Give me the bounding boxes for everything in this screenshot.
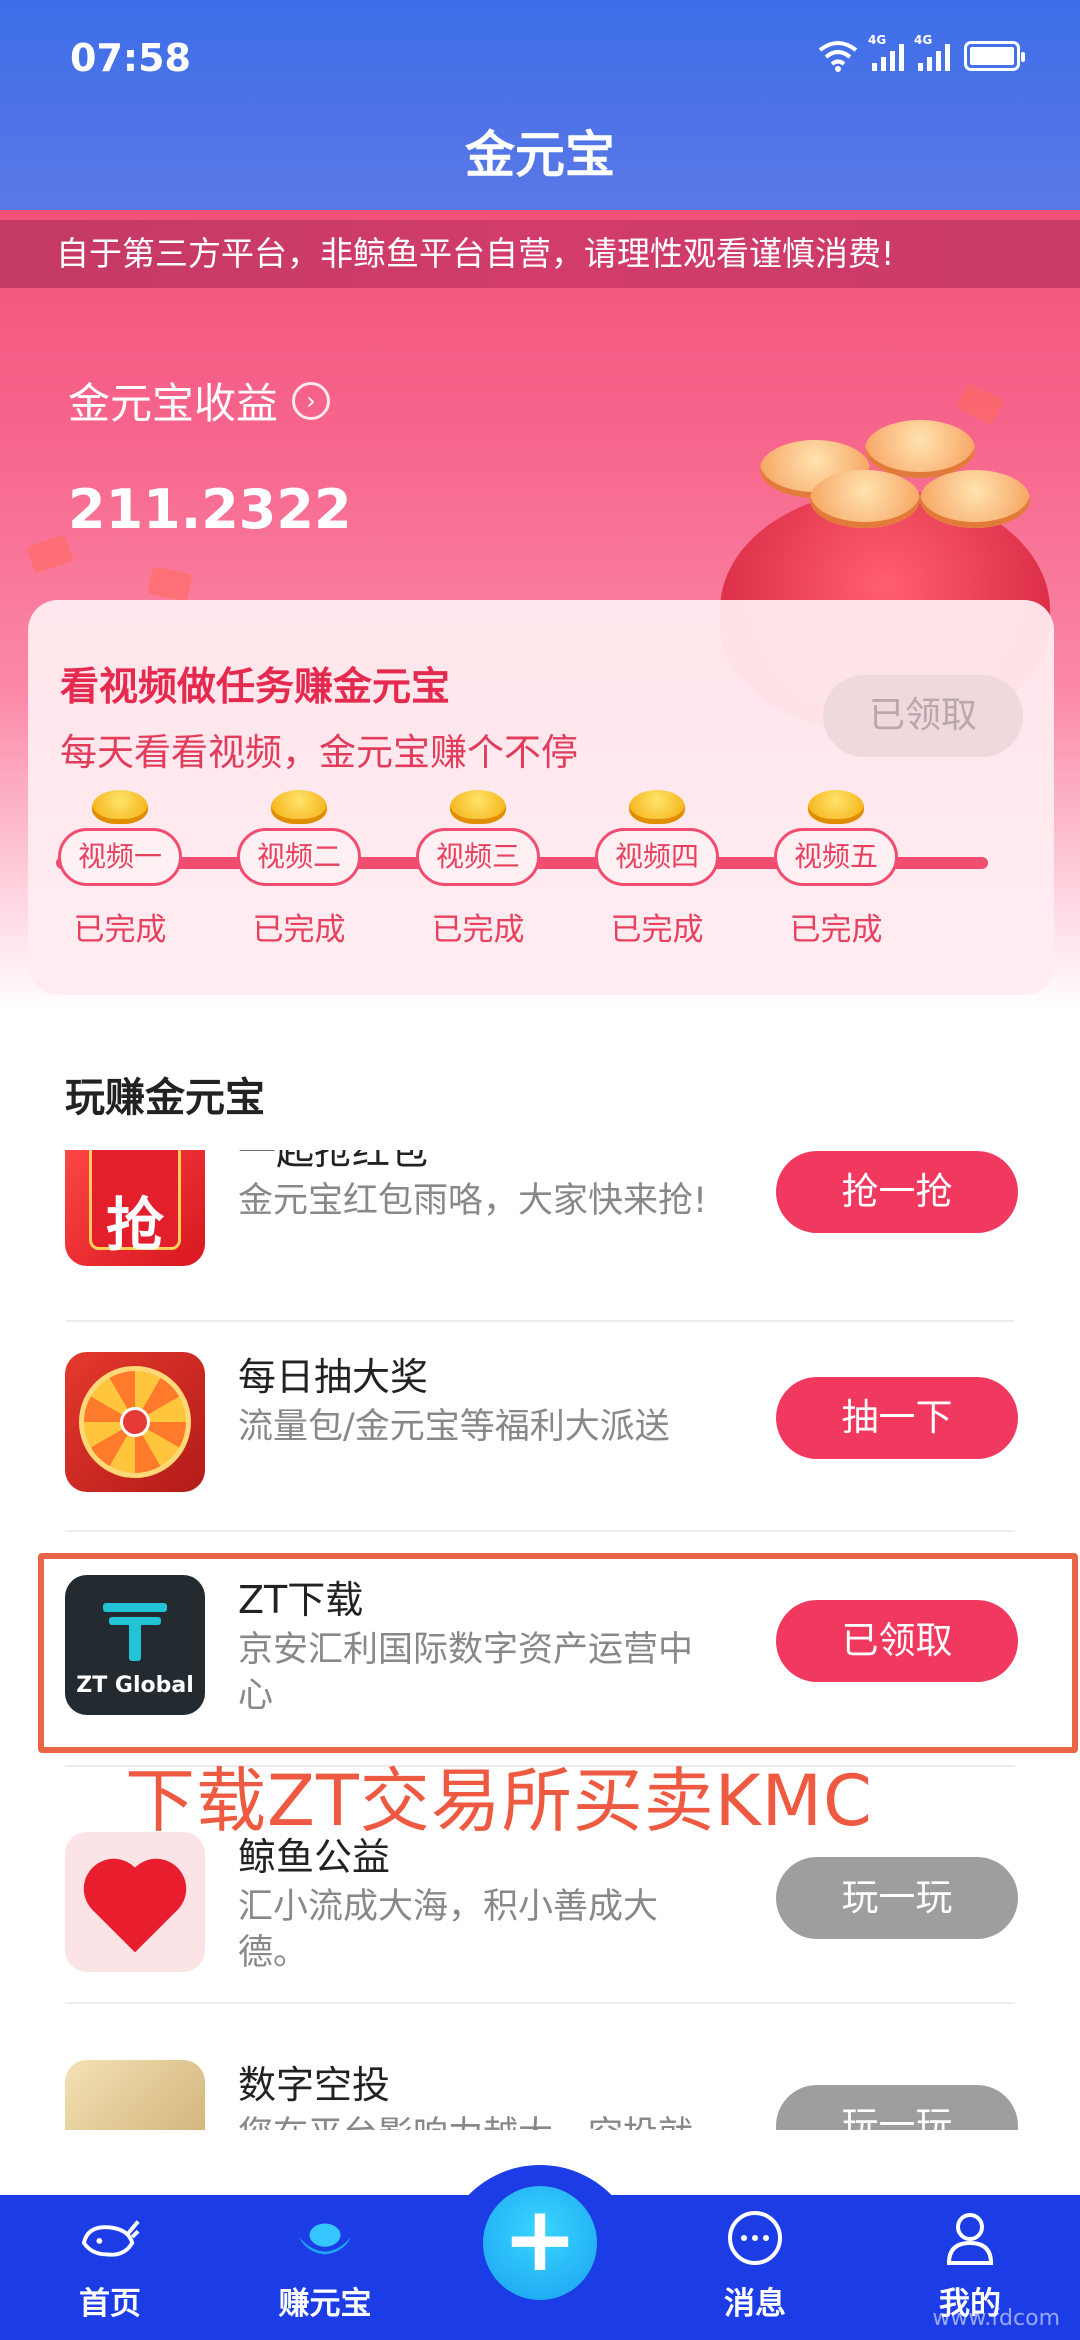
item-desc: 汇小流成大海，积小善成大德。	[238, 1887, 659, 1973]
list-item[interactable]: 抢 一起抢红包 金元宝红包雨咯，大家快来抢! 抢一抢	[65, 1150, 1018, 1296]
notice-marquee: 自于第三方平台，非鲸鱼平台自营，请理性观看谨慎消费!	[0, 220, 1080, 288]
page-title: 金元宝	[465, 126, 615, 184]
video-step[interactable]: 视频五 已完成	[774, 790, 898, 949]
video-step-label: 视频四	[595, 828, 719, 886]
list-item[interactable]: 数字空投 您在平台影响力越大，空投就 玩一玩	[65, 2030, 1018, 2130]
ingot-icon	[295, 2208, 355, 2268]
list-item[interactable]: 每日抽大奖 流量包/金元宝等福利大派送 抽一下	[65, 1322, 1018, 1522]
task-title: 看视频做任务赚金元宝	[60, 665, 451, 710]
item-name: 每日抽大奖	[238, 1355, 429, 1399]
video-step-label: 视频五	[774, 828, 898, 886]
video-step[interactable]: 视频一 已完成	[58, 790, 182, 949]
item-desc: 金元宝红包雨咯，大家快来抢!	[238, 1181, 708, 1221]
signal-icon: 4G	[914, 33, 950, 71]
nav-label: 赚元宝	[278, 2286, 372, 2322]
video-step-label: 视频一	[58, 828, 182, 886]
gold-ingot-icon	[450, 790, 506, 824]
wifi-icon	[818, 41, 858, 72]
item-name: 一起抢红包	[238, 1150, 429, 1173]
grab-button[interactable]: 抢一抢	[776, 1151, 1018, 1233]
video-step-status: 已完成	[252, 912, 346, 948]
task-subtitle: 每天看看视频，金元宝赚个不停	[60, 731, 578, 774]
battery-icon	[964, 41, 1025, 71]
task-claimed-button[interactable]: 已领取	[823, 675, 1023, 757]
item-desc: 流量包/金元宝等福利大派送	[238, 1407, 670, 1447]
video-step[interactable]: 视频四 已完成	[595, 790, 719, 949]
watermark: www.fdcom	[932, 2306, 1060, 2331]
whale-icon	[80, 2208, 140, 2268]
status-time: 07:58	[70, 36, 191, 80]
draw-button[interactable]: 抽一下	[776, 1377, 1018, 1459]
nav-messages[interactable]: 消息	[685, 2200, 825, 2323]
plus-icon[interactable]: +	[477, 2180, 603, 2306]
overlay-caption: 下载ZT交易所买卖KMC	[125, 1760, 873, 1842]
gold-ingot-icon	[271, 790, 327, 824]
gold-ingot-icon	[92, 790, 148, 824]
section-title: 玩赚金元宝	[65, 1075, 265, 1121]
earnings-label: 金元宝收益	[68, 379, 279, 428]
chat-bubble-icon	[725, 2208, 785, 2268]
video-step-status: 已完成	[789, 912, 883, 948]
video-step[interactable]: 视频二 已完成	[237, 790, 361, 949]
nav-label: 首页	[79, 2286, 141, 2322]
red-envelope-icon: 抢	[65, 1150, 205, 1266]
nav-me[interactable]: 我的	[900, 2200, 1040, 2323]
chevron-right-icon: ›	[292, 381, 331, 420]
video-step[interactable]: 视频三 已完成	[416, 790, 540, 949]
nav-earn[interactable]: 赚元宝	[255, 2200, 395, 2323]
nav-label: 消息	[724, 2286, 786, 2322]
highlight-box	[38, 1553, 1078, 1753]
video-step-status: 已完成	[610, 912, 704, 948]
divider	[65, 1530, 1015, 1532]
earnings-value: 211.2322	[68, 478, 352, 541]
app-header: 07:58 4G 4G 金元宝	[0, 0, 1080, 210]
status-icons: 4G 4G	[818, 33, 1025, 72]
nav-home[interactable]: 首页	[40, 2200, 180, 2323]
person-icon	[940, 2208, 1000, 2268]
item-name: 数字空投	[238, 2063, 391, 2107]
video-step-status: 已完成	[431, 912, 525, 948]
play-button[interactable]: 玩一玩	[776, 1857, 1018, 1939]
video-task-card: 看视频做任务赚金元宝 每天看看视频，金元宝赚个不停 已领取 视频一 已完成 视频…	[28, 600, 1054, 995]
divider	[65, 2002, 1015, 2004]
item-desc: 您在平台影响力越大，空投就	[238, 2112, 718, 2130]
heart-icon	[65, 1832, 205, 1972]
prize-wheel-icon	[65, 1352, 205, 1492]
video-step-status: 已完成	[73, 912, 167, 948]
video-step-label: 视频三	[416, 828, 540, 886]
gold-ingot-icon	[808, 790, 864, 824]
gold-ingot-icon	[629, 790, 685, 824]
earnings-link[interactable]: 金元宝收益 ›	[68, 370, 331, 431]
play-button[interactable]: 玩一玩	[776, 2085, 1018, 2130]
video-step-label: 视频二	[237, 828, 361, 886]
airdrop-icon	[65, 2060, 205, 2130]
signal-icon: 4G	[868, 33, 904, 71]
